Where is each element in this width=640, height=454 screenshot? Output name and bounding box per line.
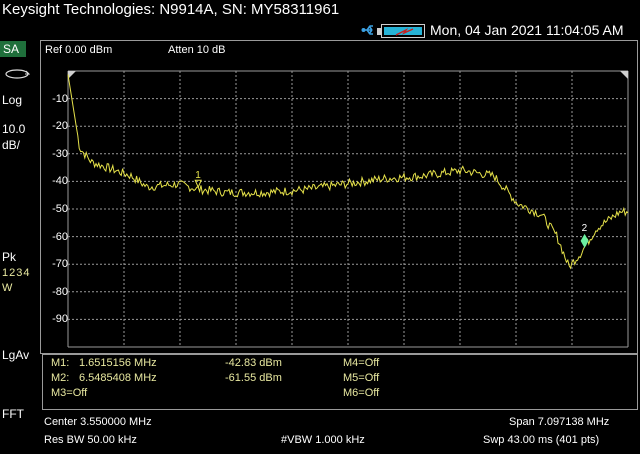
mode-badge[interactable]: SA bbox=[0, 41, 26, 57]
averaging-type: LgAv bbox=[2, 348, 30, 362]
marker6-status: M6=Off bbox=[343, 387, 380, 399]
marker1-label: M1: bbox=[51, 357, 70, 369]
sweep-time[interactable]: Swp 43.00 ms (401 pts) bbox=[483, 434, 599, 446]
detector-label: Pk bbox=[2, 250, 17, 264]
charging-icon bbox=[395, 28, 414, 36]
marker2-frequency: 6.5485408 MHz bbox=[79, 372, 157, 384]
scale-unit: dB/ bbox=[2, 138, 21, 152]
marker1-amplitude: -42.83 dBm bbox=[225, 357, 282, 369]
spectrum-plot[interactable]: 12 bbox=[40, 66, 638, 352]
marker5-status: M5=Off bbox=[343, 372, 380, 384]
usb-icon bbox=[361, 25, 373, 35]
title-bar: Keysight Technologies: N9914A, SN: MY583… bbox=[0, 0, 640, 22]
marker-1-symbol[interactable] bbox=[194, 179, 202, 189]
scale-value: 10.0 bbox=[2, 122, 26, 136]
sweep-type: FFT bbox=[2, 407, 24, 421]
marker3-status: M3=Off bbox=[51, 387, 88, 399]
window-title: Keysight Technologies: N9914A, SN: MY583… bbox=[2, 1, 340, 18]
marker-2-symbol[interactable] bbox=[580, 233, 589, 248]
center-frequency[interactable]: Center 3.550000 MHz bbox=[44, 416, 152, 428]
span[interactable]: Span 7.097138 MHz bbox=[509, 416, 609, 428]
continuous-sweep-icon bbox=[5, 69, 30, 79]
marker-2-label: 2 bbox=[582, 223, 588, 234]
ref-level[interactable]: Ref 0.00 dBm bbox=[45, 44, 112, 56]
status-bar: Mon, 04 Jan 2021 11:04:05 AM bbox=[0, 22, 640, 40]
battery-icon bbox=[377, 24, 425, 38]
marker-table: M1: 1.6515156 MHz -42.83 dBm M4=Off M2: … bbox=[42, 354, 638, 410]
left-status-panel: SA Log 10.0 dB/ Pk 1234 W LgAv FFT bbox=[0, 40, 40, 454]
video-bandwidth[interactable]: #VBW 1.000 kHz bbox=[281, 434, 365, 446]
battery-terminal bbox=[377, 28, 381, 35]
left-edge-marker bbox=[68, 71, 76, 79]
marker2-label: M2: bbox=[51, 372, 70, 384]
datetime: Mon, 04 Jan 2021 11:04:05 AM bbox=[430, 22, 624, 38]
resolution-bandwidth[interactable]: Res BW 50.00 kHz bbox=[44, 434, 137, 446]
marker1-frequency: 1.6515156 MHz bbox=[79, 357, 157, 369]
scale-type: Log bbox=[2, 93, 23, 107]
marker2-amplitude: -61.55 dBm bbox=[225, 372, 282, 384]
marker4-status: M4=Off bbox=[343, 357, 380, 369]
trace-indicators: 1234 bbox=[2, 267, 31, 279]
right-edge-marker bbox=[620, 71, 628, 79]
attenuation[interactable]: Atten 10 dB bbox=[168, 44, 226, 56]
trace-mode: W bbox=[2, 282, 14, 294]
marker-1-label: 1 bbox=[195, 170, 201, 181]
